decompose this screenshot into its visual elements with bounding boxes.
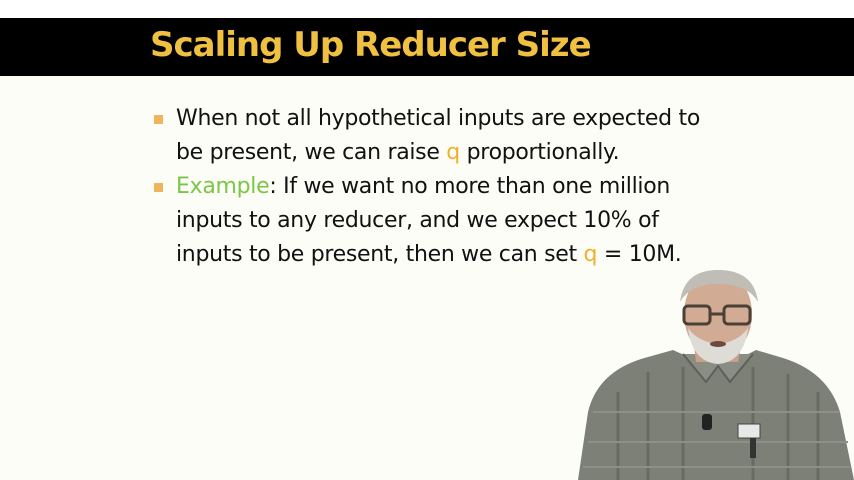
bullet-item-1: When not all hypothetical inputs are exp… [154, 102, 724, 170]
bullet-1-variable-q: q [446, 140, 460, 165]
bullet-marker [154, 115, 163, 124]
slide-content: When not all hypothetical inputs are exp… [154, 102, 724, 272]
slide-title: Scaling Up Reducer Size [150, 25, 592, 65]
bullet-1-text-b: proportionally. [459, 140, 620, 165]
bullet-2-example-label: Example [176, 174, 270, 199]
presenter-video [578, 270, 854, 480]
top-strip [0, 0, 854, 18]
bullet-marker [154, 183, 163, 192]
bullet-item-2: Example: If we want no more than one mil… [154, 170, 724, 272]
bullet-1-text-a: When not all hypothetical inputs are exp… [176, 106, 700, 165]
